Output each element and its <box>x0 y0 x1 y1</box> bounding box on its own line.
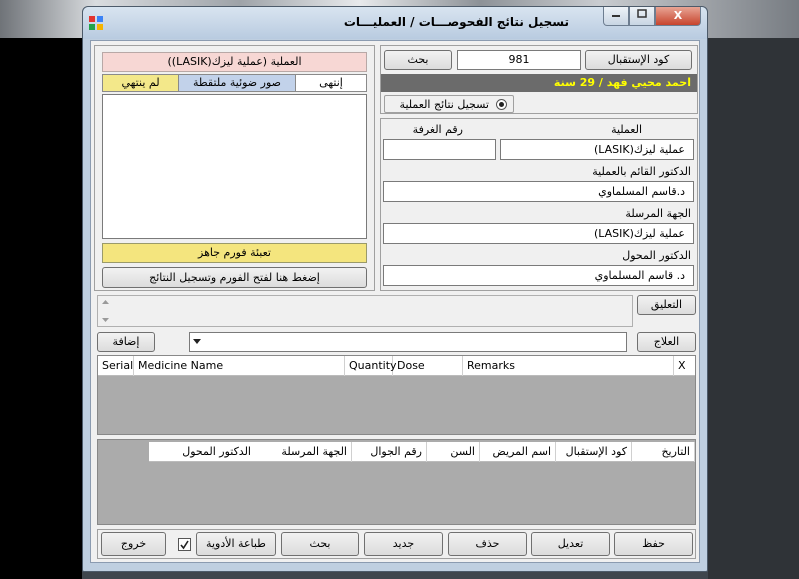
column-referring-doctor[interactable]: الدكتور المحول <box>149 442 255 462</box>
window-title: تسجيل نتائج الفحوصـــات / العمليـــات <box>343 15 569 29</box>
status-captured-images[interactable]: صور ضوئية ملتقطة <box>179 75 296 91</box>
delete-button[interactable]: حذف <box>448 532 527 556</box>
ready-form-label: تعبئة فورم جاهز <box>102 243 367 263</box>
edit-button[interactable]: تعديل <box>531 532 610 556</box>
main-window: تسجيل نتائج الفحوصـــات / العمليـــات X … <box>82 6 708 572</box>
title-bar[interactable]: تسجيل نتائج الفحوصـــات / العمليـــات X <box>83 7 707 39</box>
app-icon <box>89 16 103 30</box>
register-result-radio[interactable] <box>496 99 507 110</box>
scroll-arrows-icon <box>102 300 109 322</box>
register-result-option[interactable]: تسجيل نتائج العملية <box>384 95 514 113</box>
column-dose[interactable]: Dose <box>393 356 463 376</box>
operation-label: العملية <box>611 123 642 136</box>
desktop-background-left <box>0 38 82 579</box>
column-reception-code[interactable]: كود الإستقبال <box>556 442 632 462</box>
new-button[interactable]: جديد <box>364 532 443 556</box>
column-age[interactable]: السن <box>427 442 480 462</box>
close-button[interactable]: X <box>655 7 701 26</box>
open-form-button[interactable]: إضغط هنا لفتح الفورم وتسجيل النتائج <box>102 267 367 288</box>
referring-doctor-field[interactable]: د. قاسم المسلماوي <box>383 265 694 286</box>
column-serial[interactable]: Serial <box>98 356 134 376</box>
column-mobile[interactable]: رقم الجوال <box>352 442 427 462</box>
search-button[interactable]: بحث <box>384 50 452 70</box>
column-remarks[interactable]: Remarks <box>463 356 674 376</box>
status-not-finished[interactable]: لم ينتهي <box>103 75 179 91</box>
maximize-button[interactable] <box>629 7 655 26</box>
operation-details-panel: العملية رقم الغرفة عملية ليزك(LASIK) الد… <box>380 118 698 291</box>
column-patient-name[interactable]: اسم المريض <box>480 442 556 462</box>
operation-header: العملية (عملية ليزك(LASIK)) <box>102 52 367 72</box>
column-sender[interactable]: الجهة المرسلة <box>255 442 352 462</box>
footer-search-button[interactable]: بحث <box>281 532 359 556</box>
desktop-background-right <box>708 38 799 579</box>
comment-textarea[interactable] <box>97 295 633 327</box>
reception-code-label: كود الإستقبال <box>585 50 692 70</box>
checkmark-icon <box>180 540 189 550</box>
window-client-area: العملية (عملية ليزك(LASIK)) لم ينتهي صور… <box>90 40 700 563</box>
surgeon-label: الدكتور القائم بالعملية <box>592 165 691 178</box>
referring-doctor-label: الدكتور المحول <box>622 249 691 262</box>
print-medicines-checkbox[interactable] <box>178 538 191 551</box>
column-medicine-name[interactable]: Medicine Name <box>134 356 345 376</box>
dropdown-arrow-icon <box>193 339 201 344</box>
print-medicines-button[interactable]: طباعة الأدوية <box>196 532 276 556</box>
surgeon-field[interactable]: د.قاسم المسلماوي <box>383 181 694 202</box>
records-table-header: التاريخ كود الإستقبال اسم المريض السن رق… <box>149 442 695 462</box>
minimize-button[interactable] <box>603 7 629 26</box>
register-result-label: تسجيل نتائج العملية <box>399 98 489 111</box>
footer-toolbar: خروج طباعة الأدوية بحث جديد حذف تعديل حف… <box>97 529 696 559</box>
patient-search-panel: كود الإستقبال 981 بحث احمد محيي فهد / 29… <box>380 45 698 114</box>
patient-banner: احمد محيي فهد / 29 سنة <box>381 74 697 92</box>
results-list[interactable] <box>102 94 367 239</box>
sender-label: الجهة المرسلة <box>625 207 691 220</box>
sender-field[interactable]: عملية ليزك(LASIK) <box>383 223 694 244</box>
column-delete[interactable]: X <box>674 356 695 376</box>
save-button[interactable]: حفظ <box>614 532 693 556</box>
status-finished[interactable]: إنتهى <box>296 75 366 91</box>
records-table[interactable]: التاريخ كود الإستقبال اسم المريض السن رق… <box>97 439 696 525</box>
room-field[interactable] <box>383 139 496 160</box>
operation-field[interactable]: عملية ليزك(LASIK) <box>500 139 694 160</box>
minimize-icon <box>612 15 620 17</box>
medicine-table[interactable]: Serial Medicine Name Quantity Dose Remar… <box>97 355 696 435</box>
exit-button[interactable]: خروج <box>101 532 166 556</box>
add-treatment-button[interactable]: إضافة <box>97 332 155 352</box>
maximize-icon <box>637 9 647 18</box>
status-row: لم ينتهي صور ضوئية ملتقطة إنتهى <box>102 74 367 92</box>
room-label: رقم الغرفة <box>412 123 463 136</box>
comment-label: التعليق <box>637 295 696 315</box>
column-date[interactable]: التاريخ <box>632 442 695 462</box>
comment-scrollbar[interactable] <box>99 297 112 325</box>
treatment-select[interactable] <box>189 332 627 352</box>
operation-results-panel: العملية (عملية ليزك(LASIK)) لم ينتهي صور… <box>94 45 375 291</box>
column-quantity[interactable]: Quantity <box>345 356 397 376</box>
medicine-table-header: Serial Medicine Name Quantity Dose Remar… <box>98 356 695 376</box>
treatment-label: العلاج <box>637 332 696 352</box>
radio-dot-icon <box>499 102 504 107</box>
reception-code-input[interactable]: 981 <box>457 50 581 70</box>
